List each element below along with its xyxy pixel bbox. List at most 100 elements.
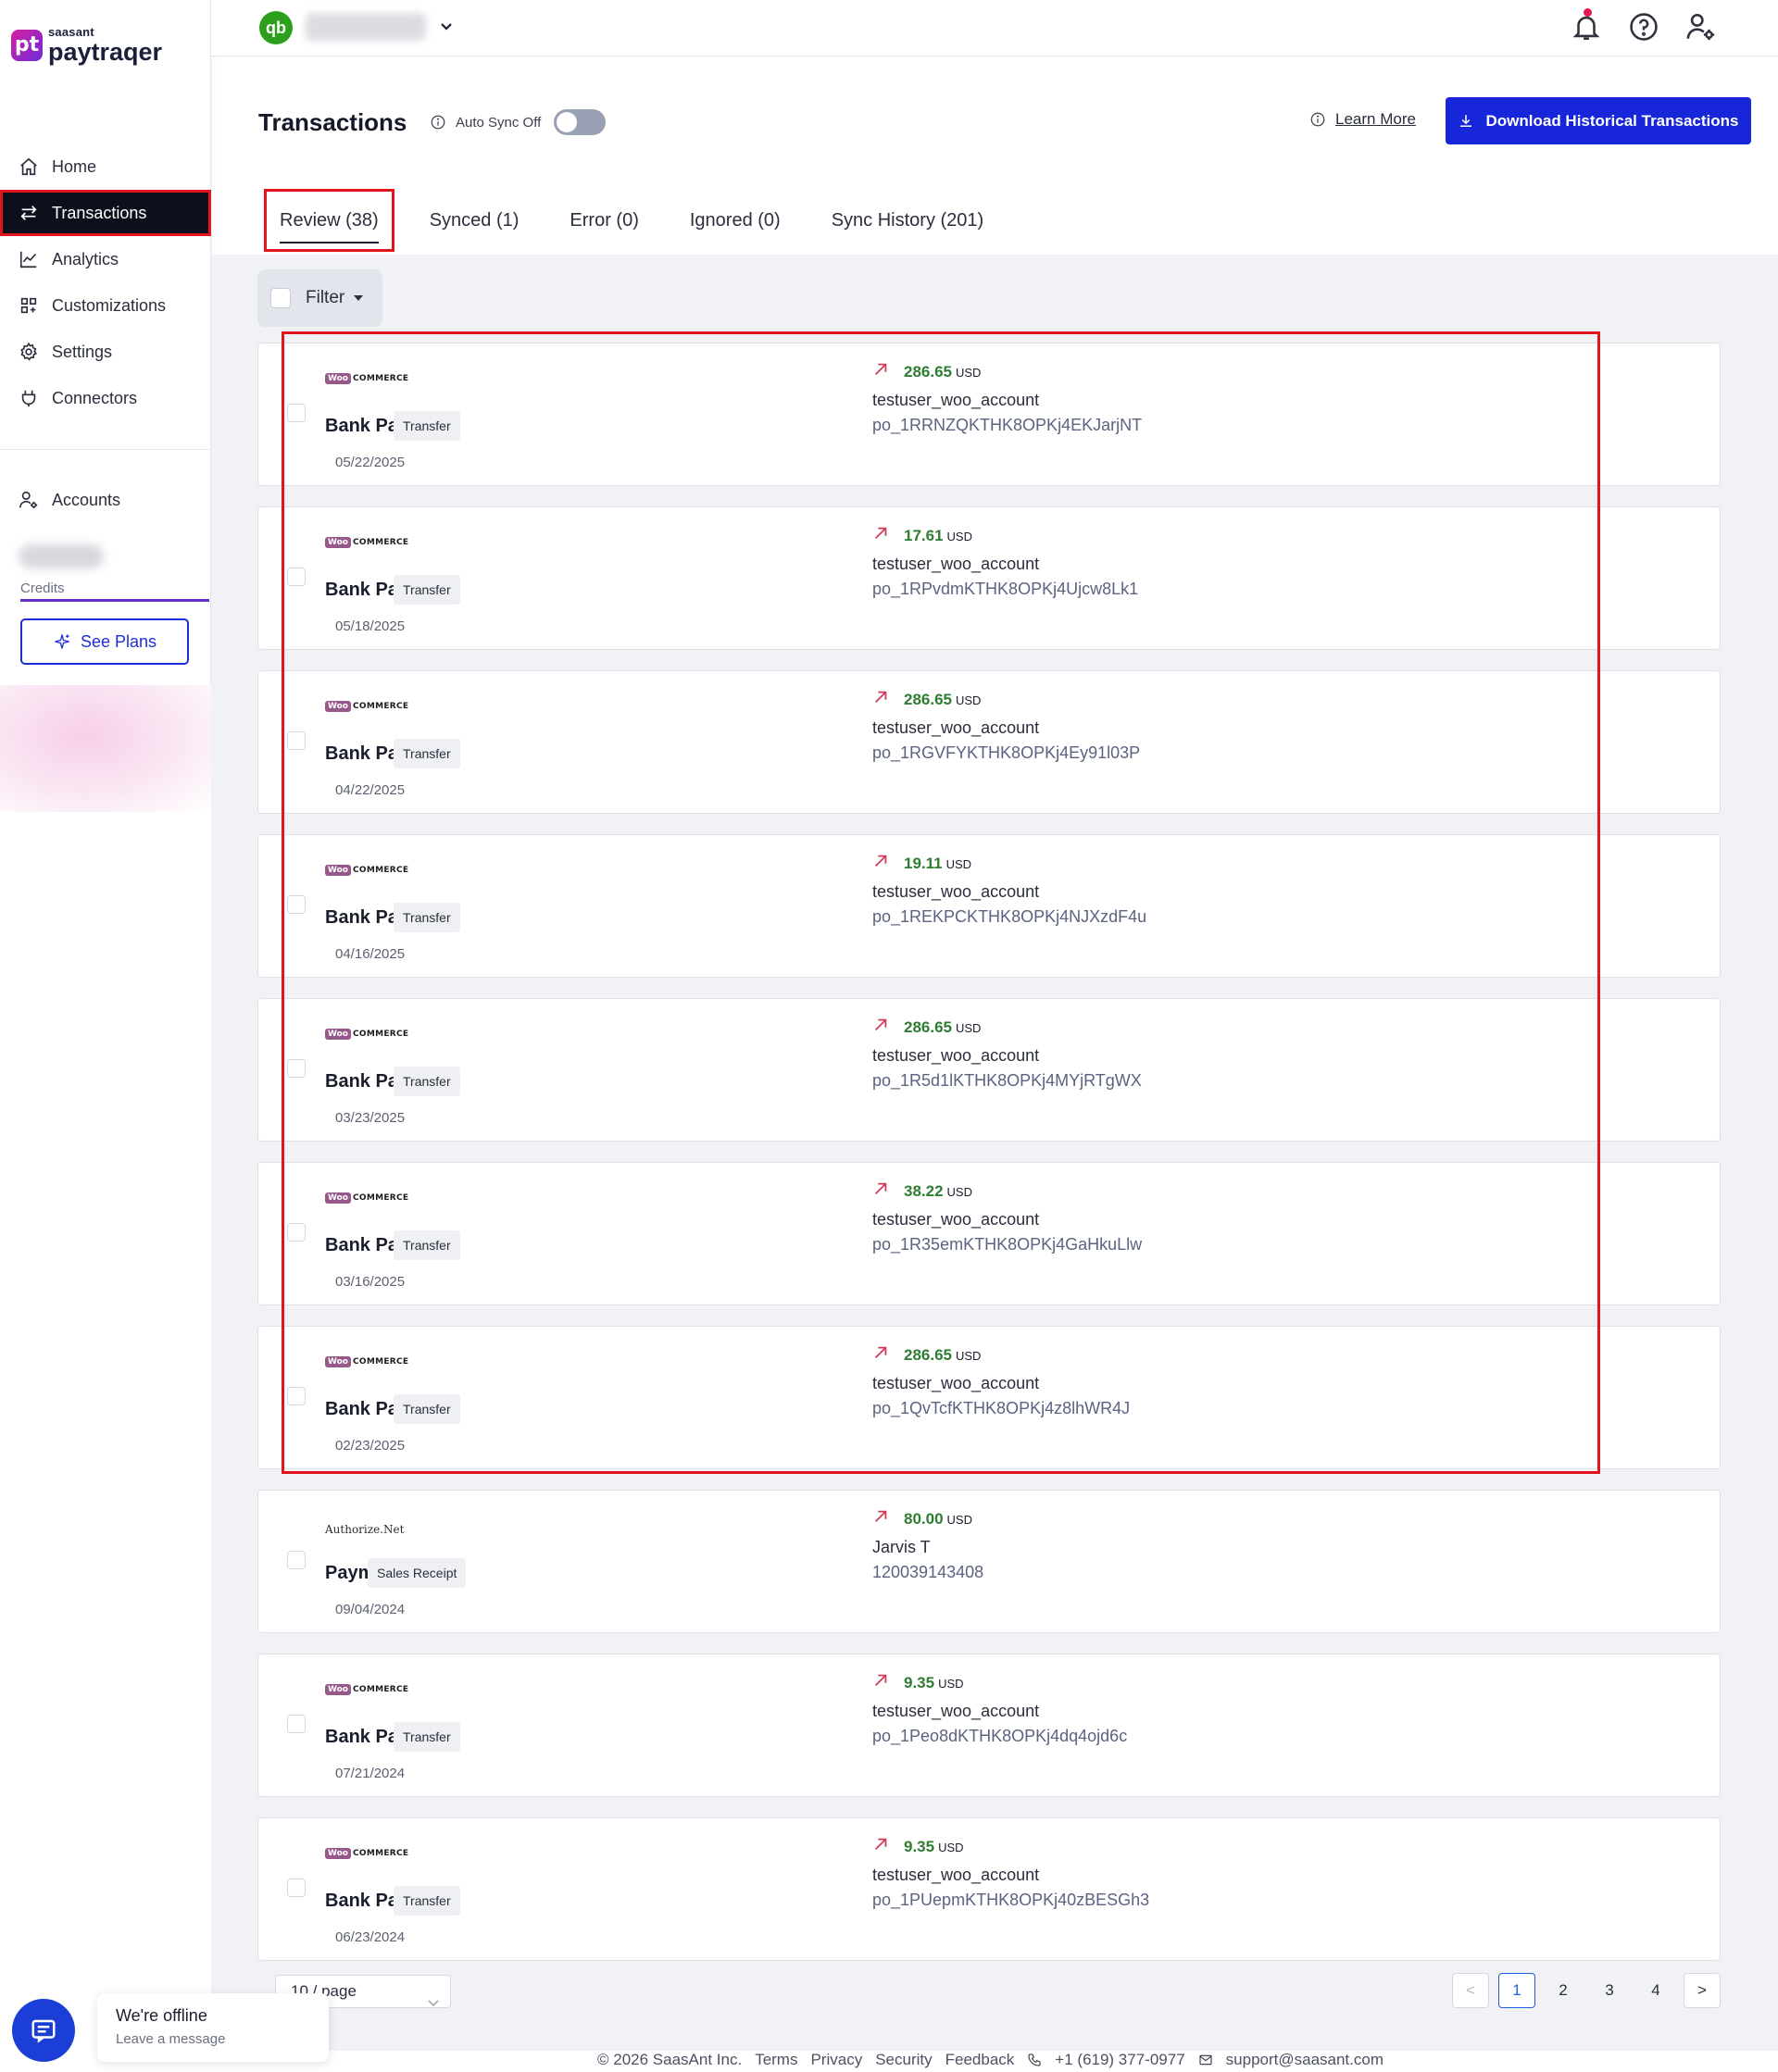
row-checkbox[interactable] — [287, 895, 306, 914]
user-settings-icon[interactable] — [1685, 11, 1717, 43]
page-3-button[interactable]: 3 — [1591, 1973, 1628, 2008]
transaction-row[interactable]: Woo COMMERCE Bank Payout Transfer 05/22/… — [257, 343, 1721, 486]
sidebar-nav: Home Transactions Analytics Customizatio… — [0, 144, 211, 421]
sidebar-item-customizations[interactable]: Customizations — [0, 282, 211, 329]
row-checkbox[interactable] — [287, 1551, 306, 1569]
woo-badge: Woo — [325, 373, 351, 384]
sidebar-item-connectors[interactable]: Connectors — [0, 375, 211, 421]
tab-error[interactable]: Error (0) — [570, 189, 638, 252]
arrow-up-right-icon — [872, 689, 889, 710]
tab-ignored[interactable]: Ignored (0) — [690, 189, 781, 252]
row-checkbox[interactable] — [287, 1715, 306, 1733]
row-checkbox[interactable] — [287, 1223, 306, 1242]
row-checkbox[interactable] — [287, 1059, 306, 1078]
sidebar-item-transactions[interactable]: Transactions — [0, 190, 211, 236]
next-page-button[interactable]: > — [1684, 1973, 1721, 2008]
amount-value: 286.65 — [904, 690, 952, 708]
transaction-row[interactable]: Woo COMMERCE Bank Payout Transfer 04/16/… — [257, 834, 1721, 978]
transaction-tag: Transfer — [394, 1394, 460, 1424]
sparkle-icon — [55, 634, 69, 649]
company-selector[interactable] — [306, 13, 426, 41]
brand-small-text: saasant — [48, 25, 94, 39]
woo-wordmark: COMMERCE — [352, 702, 409, 711]
arrow-up-right-icon — [872, 361, 889, 382]
woo-badge: Woo — [325, 701, 351, 712]
row-checkbox[interactable] — [287, 731, 306, 750]
phone-icon — [1028, 2053, 1041, 2066]
row-checkbox[interactable] — [287, 1387, 306, 1405]
sidebar-item-settings[interactable]: Settings — [0, 329, 211, 375]
page-1-button[interactable]: 1 — [1498, 1973, 1535, 2008]
transaction-reference: po_1R35emKTHK8OPKj4GaHkuLlw — [872, 1235, 1143, 1254]
woocommerce-logo: Woo COMMERCE — [325, 701, 408, 712]
chevron-down-icon[interactable] — [437, 17, 456, 35]
transaction-row[interactable]: Woo COMMERCE Bank Payout Transfer 02/23/… — [257, 1326, 1721, 1469]
filter-label: Filter — [306, 288, 345, 307]
account-name: testuser_woo_account — [872, 1866, 1040, 1884]
sidebar-divider — [0, 449, 211, 450]
learn-more-link[interactable]: Learn More — [1335, 110, 1416, 129]
transaction-row[interactable]: Woo COMMERCE Bank Payout Transfer 07/21/… — [257, 1654, 1721, 1797]
info-icon[interactable] — [430, 114, 446, 131]
footer-link-privacy[interactable]: Privacy — [810, 2051, 862, 2069]
see-plans-button[interactable]: See Plans — [20, 618, 189, 665]
amount-value: 38.22 — [904, 1181, 944, 1200]
amount-value: 286.65 — [904, 362, 952, 381]
select-all-checkbox[interactable] — [270, 288, 291, 308]
footer-link-security[interactable]: Security — [875, 2051, 932, 2069]
amount-value: 9.35 — [904, 1673, 935, 1691]
chat-offline-card[interactable]: We're offline Leave a message — [97, 1993, 329, 2062]
row-checkbox[interactable] — [287, 568, 306, 586]
bell-icon[interactable] — [1571, 8, 1602, 43]
arrow-up-right-icon — [872, 1836, 889, 1857]
auto-sync-toggle[interactable] — [554, 109, 607, 135]
download-historical-transactions-button[interactable]: Download Historical Transactions — [1446, 97, 1751, 144]
filter-bar[interactable]: Filter — [257, 269, 382, 327]
quickbooks-logo[interactable]: qb — [259, 11, 293, 44]
transaction-amount: 80.00 USD — [904, 1510, 972, 1529]
transaction-row[interactable]: Woo COMMERCE Bank Payout Transfer 04/22/… — [257, 670, 1721, 814]
woo-badge: Woo — [325, 537, 351, 548]
amount-line: 38.22 USD — [872, 1180, 972, 1202]
page-4-button[interactable]: 4 — [1637, 1973, 1674, 2008]
transaction-row[interactable]: Woo COMMERCE Bank Payout Transfer 03/23/… — [257, 998, 1721, 1142]
transaction-row[interactable]: Authorize.Net Payment Sales Receipt 09/0… — [257, 1490, 1721, 1633]
row-checkbox[interactable] — [287, 404, 306, 422]
footer-email[interactable]: support@saasant.com — [1226, 2051, 1384, 2069]
transaction-date: 09/04/2024 — [335, 1602, 406, 1617]
transaction-amount: 17.61 USD — [904, 527, 972, 545]
top-bar: qb — [211, 0, 1778, 56]
footer-link-terms[interactable]: Terms — [755, 2051, 797, 2069]
amount-line: 19.11 USD — [872, 853, 971, 874]
amount-currency: USD — [946, 529, 972, 543]
footer-phone[interactable]: +1 (619) 377-0977 — [1055, 2051, 1184, 2069]
woo-wordmark: COMMERCE — [352, 1357, 409, 1367]
transaction-reference: po_1Peo8dKTHK8OPKj4dq4ojd6c — [872, 1727, 1128, 1745]
tab-synced[interactable]: Synced (1) — [430, 189, 520, 252]
brand-logo[interactable]: pt saasant paytraqer — [11, 26, 162, 65]
chat-launcher-button[interactable] — [12, 1999, 75, 2062]
brand-name: paytraqer — [48, 38, 163, 66]
transaction-tag: Transfer — [394, 1230, 460, 1260]
sidebar-item-analytics[interactable]: Analytics — [0, 236, 211, 282]
grid-icon — [20, 297, 37, 314]
transaction-row[interactable]: Woo COMMERCE Bank Payout Transfer 05/18/… — [257, 506, 1721, 650]
tab-review[interactable]: Review (38) — [264, 189, 394, 252]
sidebar-item-home[interactable]: Home — [0, 144, 211, 190]
prev-page-button[interactable]: < — [1452, 1973, 1489, 2008]
amount-value: 286.65 — [904, 1345, 952, 1364]
transaction-date: 02/23/2025 — [335, 1438, 406, 1454]
woo-wordmark: COMMERCE — [352, 1849, 409, 1858]
transaction-tabs: Review (38) Synced (1) Error (0) Ignored… — [264, 189, 1034, 252]
sidebar-item-label: Connectors — [52, 388, 138, 407]
transaction-row[interactable]: Woo COMMERCE Bank Payout Transfer 03/16/… — [257, 1162, 1721, 1305]
page-2-button[interactable]: 2 — [1545, 1973, 1582, 2008]
tab-sync-history[interactable]: Sync History (201) — [832, 189, 984, 252]
row-checkbox[interactable] — [287, 1879, 306, 1897]
transaction-row[interactable]: Woo COMMERCE Bank Payout Transfer 06/23/… — [257, 1817, 1721, 1961]
arrow-up-right-icon — [872, 1344, 889, 1366]
sidebar-item-accounts[interactable]: Accounts — [0, 477, 211, 523]
footer-link-feedback[interactable]: Feedback — [945, 2051, 1015, 2069]
help-icon[interactable] — [1628, 11, 1659, 43]
woo-wordmark: COMMERCE — [352, 1030, 409, 1039]
